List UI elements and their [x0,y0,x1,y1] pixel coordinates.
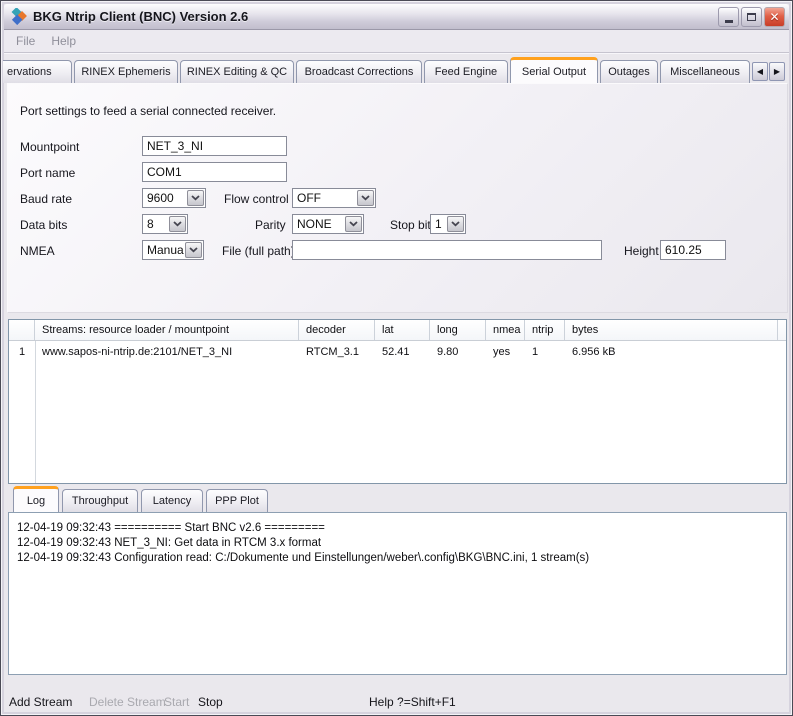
flow-control-label: Flow control [224,192,289,206]
nmea-select[interactable]: Manual [142,240,204,260]
tab-rinex-ephemeris[interactable]: RINEX Ephemeris [74,60,178,83]
chevron-down-icon [169,216,186,232]
port-name-label: Port name [20,166,75,180]
header-nmea: nmea [486,320,525,340]
menubar: File Help [4,30,789,53]
tab-feed-engine[interactable]: Feed Engine [424,60,508,83]
chevron-down-icon [187,190,204,206]
data-bits-select[interactable]: 8 [142,214,188,234]
stream-row[interactable]: 1 www.sapos-ni-ntrip.de:2101/NET_3_NI RT… [9,342,786,363]
tab-scroll-right-button[interactable]: ▶ [769,62,785,81]
flow-control-select[interactable]: OFF [292,188,376,208]
serial-output-panel: Port settings to feed a serial connected… [7,83,788,313]
header-ntrip: ntrip [525,320,565,340]
stream-nmea-cell[interactable]: yes [486,342,525,363]
chevron-down-icon [357,190,374,206]
header-streams: Streams: resource loader / mountpoint [35,320,299,340]
tab-throughput[interactable]: Throughput [62,489,138,512]
bottom-tabbar: Log Throughput Latency PPP Plot [13,489,268,512]
streams-table: Streams: resource loader / mountpoint de… [8,319,787,484]
header-bytes: bytes [565,320,778,340]
chevron-down-icon [345,216,362,232]
maximize-icon [747,13,756,21]
file-path-input[interactable] [292,240,602,260]
baud-rate-label: Baud rate [20,192,72,206]
main-tabbar: ervations RINEX Ephemeris RINEX Editing … [3,60,750,83]
tab-miscellaneous[interactable]: Miscellaneous [660,60,750,83]
header-lat: lat [375,320,430,340]
stream-bytes-cell[interactable]: 6.956 kB [565,342,778,363]
tab-broadcast-corrections[interactable]: Broadcast Corrections [296,60,422,83]
titlebar[interactable]: BKG Ntrip Client (BNC) Version 2.6 ✕ [4,4,789,30]
right-arrow-icon: ▶ [774,67,780,76]
delete-stream-button[interactable]: Delete Stream [89,695,166,709]
stream-ntrip-cell[interactable]: 1 [525,342,565,363]
log-line: 12-04-19 09:32:43 Configuration read: C:… [17,551,778,566]
header-long: long [430,320,486,340]
height-label: Height [624,244,659,258]
parity-select[interactable]: NONE [292,214,364,234]
nmea-label: NMEA [20,244,55,258]
row-number[interactable]: 1 [9,342,35,363]
stop-button[interactable]: Stop [198,695,223,709]
chevron-down-icon [447,216,464,232]
stop-bits-select[interactable]: 1 [430,214,466,234]
tab-ppp-plot[interactable]: PPP Plot [206,489,268,512]
tab-log[interactable]: Log [13,486,59,512]
port-name-input[interactable] [142,162,287,182]
stream-long-cell[interactable]: 9.80 [430,342,486,363]
tab-latency[interactable]: Latency [141,489,203,512]
maximize-button[interactable] [741,7,762,27]
left-arrow-icon: ◀ [757,67,763,76]
minimize-icon [725,20,733,23]
stream-decoder-cell[interactable]: RTCM_3.1 [299,342,375,363]
chevron-down-icon [185,242,202,258]
header-decoder: decoder [299,320,375,340]
tab-scroll-buttons: ◀ ▶ [752,62,785,81]
data-bits-label: Data bits [20,218,67,232]
height-input[interactable] [660,240,726,260]
tab-scroll-left-button[interactable]: ◀ [752,62,768,81]
log-panel[interactable]: 12-04-19 09:32:43 ========== Start BNC v… [8,512,787,675]
parity-label: Parity [255,218,286,232]
add-stream-button[interactable]: Add Stream [9,695,72,709]
help-shortcut-label: Help ?=Shift+F1 [369,695,456,709]
minimize-button[interactable] [718,7,739,27]
file-path-label: File (full path) [222,244,295,258]
stream-lat-cell[interactable]: 52.41 [375,342,430,363]
close-icon: ✕ [769,10,779,24]
window-title: BKG Ntrip Client (BNC) Version 2.6 [33,9,248,24]
tab-rinex-editing-qc[interactable]: RINEX Editing & QC [180,60,294,83]
log-line: 12-04-19 09:32:43 NET_3_NI: Get data in … [17,536,778,551]
stream-source-cell[interactable]: www.sapos-ni-ntrip.de:2101/NET_3_NI [35,342,299,363]
start-button[interactable]: Start [164,695,189,709]
streams-table-header: Streams: resource loader / mountpoint de… [9,320,786,341]
mountpoint-input[interactable] [142,136,287,156]
menu-file[interactable]: File [8,34,43,48]
log-line: 12-04-19 09:32:43 ========== Start BNC v… [17,521,778,536]
bnc-app-icon [10,8,27,25]
close-button[interactable]: ✕ [764,7,785,27]
menu-help[interactable]: Help [43,34,84,48]
tab-serial-output[interactable]: Serial Output [510,57,598,83]
panel-description: Port settings to feed a serial connected… [20,104,276,118]
mountpoint-label: Mountpoint [20,140,79,154]
tab-outages[interactable]: Outages [600,60,658,83]
bnc-window: BKG Ntrip Client (BNC) Version 2.6 ✕ Fil… [0,0,793,716]
tab-observations[interactable]: ervations [3,60,72,83]
baud-rate-select[interactable]: 9600 [142,188,206,208]
